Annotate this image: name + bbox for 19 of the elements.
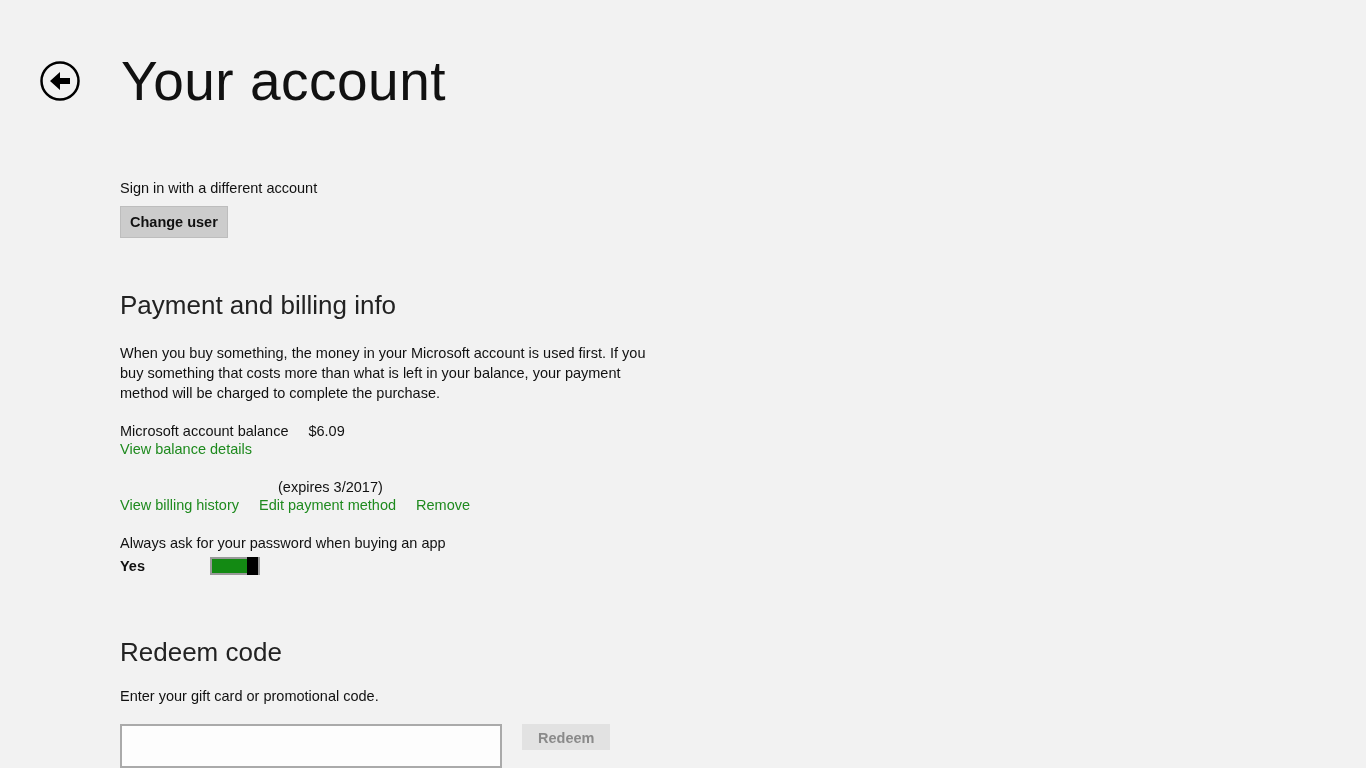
balance-label: Microsoft account balance [120,423,289,439]
balance-value: $6.09 [308,423,345,439]
code-input-field[interactable] [120,724,502,768]
billing-link[interactable]: Edit payment method [259,495,397,515]
change-user-button[interactable]: Change user [120,206,228,238]
page-title: Your account [121,50,447,112]
back-icon[interactable] [40,61,80,101]
billing-link[interactable]: Remove [416,495,471,515]
toggle-state-label: Yes [120,558,146,574]
balance-details-link[interactable]: View balance details [120,441,252,457]
password-setting-label: Always ask for your password when buying an app [120,535,447,551]
sign-in-prompt: Sign in with a different account [120,180,319,196]
section-heading: Payment and billing info [120,290,398,321]
payment-method-expiry: (expires 3/2017) [277,479,384,495]
billing-description: When you buy something, the money in your Microsoft account is used first. If you buy something that costs more than what is left in your balance, your payment method will be charged to complete the purchase. [120,344,647,403]
billing-link[interactable]: View billing history [120,495,239,515]
section-heading: Redeem code [120,637,283,668]
toggle-switch[interactable] [210,557,260,575]
redeem-prompt: Enter your gift card or promotional code. [120,688,380,704]
